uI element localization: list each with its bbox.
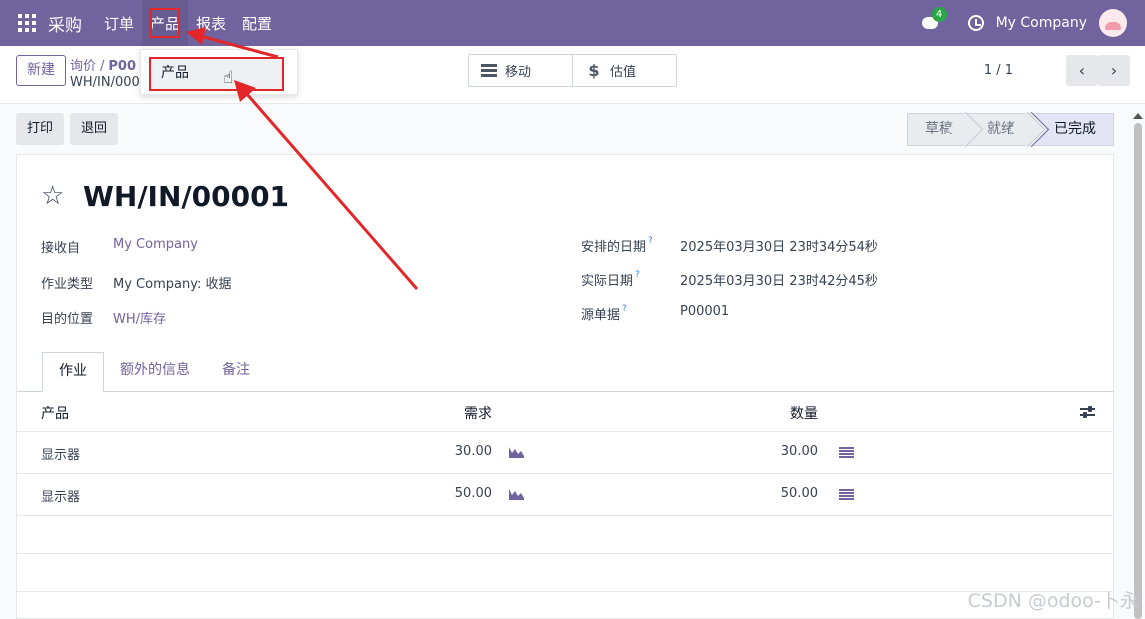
top-navbar: 采购 订单 产品 报表 配置 4 My Company — [0, 0, 1145, 46]
field-value-scheduled-date: 2025年03月30日 23时34分54秒 — [680, 240, 878, 255]
chat-badge: 4 — [931, 7, 947, 22]
detailed-operations-icon[interactable] — [839, 489, 854, 501]
header-demand[interactable]: 需求 — [297, 403, 492, 423]
tab-notes[interactable]: 备注 — [206, 352, 266, 392]
products-dropdown: 产品 ☝ — [140, 49, 298, 95]
form-sheet: ☆ WH/IN/00001 接收自 My Company 作业类型 My Com… — [16, 154, 1114, 619]
pager-value[interactable]: 1 / 1 — [984, 63, 1013, 78]
field-label-scheduled-date: 安排的日期? — [581, 236, 653, 255]
header-product[interactable]: 产品 — [41, 403, 69, 423]
table-header: 产品 需求 数量 — [17, 392, 1113, 432]
chat-icon[interactable]: 4 — [921, 7, 947, 31]
menu-products[interactable]: 产品 — [142, 0, 189, 46]
status-bar: 打印 退回 草稿 就绪 已完成 — [16, 113, 1114, 146]
scroll-thumb[interactable] — [1134, 123, 1142, 619]
help-icon[interactable]: ? — [622, 304, 627, 314]
breadcrumb-current: WH/IN/000 — [70, 75, 140, 90]
field-label-operation-type: 作业类型 — [41, 277, 94, 292]
breadcrumb: 询价 / P00 WH/IN/000 — [70, 59, 140, 90]
field-label-receive-from: 接收自 — [41, 241, 81, 256]
record-title: WH/IN/00001 — [83, 180, 290, 213]
stage-pipeline: 草稿 就绪 已完成 — [907, 113, 1114, 146]
menu-orders[interactable]: 订单 — [96, 0, 142, 46]
detailed-operations-icon[interactable] — [839, 447, 854, 459]
pager-next-button[interactable]: › — [1098, 55, 1130, 86]
avatar[interactable] — [1099, 9, 1127, 37]
stage-draft[interactable]: 草稿 — [908, 114, 970, 145]
column-settings-icon[interactable] — [1080, 405, 1095, 418]
main-menu: 订单 产品 报表 配置 — [96, 0, 280, 46]
hand-cursor-icon: ☝ — [223, 68, 234, 88]
smart-buttons: 移动 $ 估值 — [468, 54, 677, 87]
field-value-operation-type: My Company: 收据 — [113, 277, 232, 292]
breadcrumb-parent[interactable]: 询价 — [70, 59, 96, 74]
company-switcher[interactable]: My Company — [996, 15, 1087, 31]
breadcrumb-po[interactable]: P00 — [108, 59, 136, 74]
menu-reports[interactable]: 报表 — [188, 0, 234, 46]
table-row[interactable]: 显示器 50.00 50.00 — [17, 474, 1113, 516]
watermark: CSDN @odoo-卜永 — [967, 590, 1139, 612]
dropdown-item-products[interactable]: 产品 ☝ — [149, 57, 284, 91]
field-value-destination[interactable]: WH/库存 — [113, 308, 166, 327]
moves-table: 产品 需求 数量 显示器 30.00 30.00 显示器 50.00 50.00 — [17, 392, 1113, 592]
moves-button[interactable]: 移动 — [469, 55, 572, 86]
table-row[interactable]: 显示器 30.00 30.00 — [17, 432, 1113, 474]
scrollbar[interactable] — [1132, 113, 1143, 619]
app-grid-icon[interactable] — [18, 14, 36, 32]
field-label-source-document: 源单据? — [581, 304, 627, 323]
bars-icon — [481, 64, 497, 77]
systray: 4 My Company — [921, 7, 1127, 37]
notebook-tabs: 作业 额外的信息 备注 — [42, 352, 266, 392]
pager-prev-button[interactable]: ‹ — [1066, 55, 1098, 86]
app-name[interactable]: 采购 — [48, 11, 82, 36]
field-value-source-document: P00001 — [680, 304, 730, 319]
field-value-effective-date: 2025年03月30日 23时42分45秒 — [680, 274, 878, 289]
empty-row — [17, 516, 1113, 554]
valuation-button[interactable]: $ 估值 — [572, 55, 676, 86]
new-button[interactable]: 新建 — [16, 55, 66, 86]
field-label-destination: 目的位置 — [41, 312, 94, 327]
return-button[interactable]: 退回 — [70, 113, 119, 145]
field-value-receive-from[interactable]: My Company — [113, 237, 198, 252]
scroll-up-icon[interactable] — [1133, 113, 1143, 119]
empty-row — [17, 554, 1113, 592]
print-button[interactable]: 打印 — [16, 113, 65, 145]
clock-icon[interactable] — [967, 15, 984, 31]
tab-operations[interactable]: 作业 — [42, 352, 104, 392]
tab-extra-info[interactable]: 额外的信息 — [104, 352, 206, 392]
header-quantity[interactable]: 数量 — [617, 403, 818, 423]
help-icon[interactable]: ? — [635, 270, 640, 280]
star-icon[interactable]: ☆ — [41, 181, 64, 211]
menu-configuration[interactable]: 配置 — [234, 0, 280, 46]
field-label-effective-date: 实际日期? — [581, 270, 640, 289]
forecast-chart-icon[interactable] — [508, 488, 525, 501]
forecast-chart-icon[interactable] — [508, 446, 525, 459]
help-icon[interactable]: ? — [648, 236, 653, 246]
dollar-icon: $ — [588, 61, 600, 80]
